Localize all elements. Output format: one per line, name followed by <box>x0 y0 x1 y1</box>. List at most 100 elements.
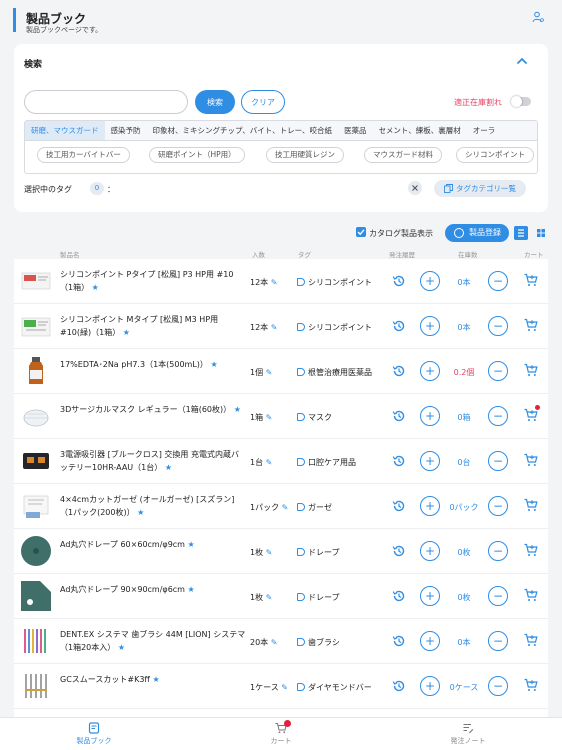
edit-icon[interactable]: ✎ <box>271 323 278 332</box>
decrease-stock-button[interactable]: − <box>488 676 508 696</box>
clear-tags-icon[interactable] <box>408 181 422 195</box>
increase-stock-button[interactable]: + <box>420 496 440 516</box>
stock-count: 0.2個 <box>453 368 475 377</box>
product-row[interactable]: 3電源吸引器 [ブルークロス] 交換用 充電式内蔵バッテリー10HR-AAU（1… <box>14 439 548 484</box>
history-icon[interactable] <box>392 634 406 648</box>
history-icon[interactable] <box>392 409 406 423</box>
history-icon[interactable] <box>392 544 406 558</box>
product-row[interactable]: Ad丸穴ドレープ 60×60cm/φ9cm ★ 1枚 ✎ ドレープ +0枚 − <box>14 529 548 574</box>
decrease-stock-button[interactable]: − <box>488 586 508 606</box>
increase-stock-button[interactable]: + <box>420 361 440 381</box>
clear-button[interactable]: クリア <box>241 90 285 114</box>
category-tab[interactable]: 医薬品 <box>338 121 373 140</box>
decrease-stock-button[interactable]: − <box>488 271 508 291</box>
user-settings-icon[interactable] <box>532 11 544 23</box>
history-icon[interactable] <box>392 319 406 333</box>
product-qty-text: 20本 <box>250 638 269 647</box>
product-row[interactable]: DENT.EX システマ 歯ブラシ 44M [LION] システマ（1箱20本入… <box>14 619 548 664</box>
category-tab[interactable]: 印象材、ミキシングチップ、バイト、トレー、咬合紙 <box>147 121 339 140</box>
add-to-cart-icon[interactable] <box>524 498 538 512</box>
product-name[interactable]: 3電源吸引器 [ブルークロス] 交換用 充電式内蔵バッテリー10HR-AAU（1… <box>60 448 246 474</box>
tag-chip[interactable]: 技工用硬質レジン <box>266 147 344 163</box>
category-tab[interactable]: セメント、練板、裏層材 <box>373 121 467 140</box>
list-view-icon[interactable] <box>514 226 528 240</box>
tab-order-note[interactable]: 発注ノート <box>408 722 528 746</box>
increase-stock-button[interactable]: + <box>420 316 440 336</box>
product-row[interactable]: 17%EDTA･2Na pH7.3（1本(500mL)） ★ 1個 ✎ 根管治療用医… <box>14 349 548 394</box>
product-name[interactable]: DENT.EX システマ 歯ブラシ 44M [LION] システマ（1箱20本入… <box>60 628 246 654</box>
product-row[interactable]: Ad丸穴ドレープ 90×90cm/φ6cm ★ 1枚 ✎ ドレープ +0枚 − <box>14 574 548 619</box>
edit-icon[interactable]: ✎ <box>271 638 278 647</box>
add-to-cart-icon[interactable] <box>524 318 538 332</box>
increase-stock-button[interactable]: + <box>420 541 440 561</box>
increase-stock-button[interactable]: + <box>420 676 440 696</box>
edit-icon[interactable]: ✎ <box>266 458 273 467</box>
history-icon[interactable] <box>392 679 406 693</box>
decrease-stock-button[interactable]: − <box>488 631 508 651</box>
grid-view-icon[interactable] <box>534 226 548 240</box>
increase-stock-button[interactable]: + <box>420 451 440 471</box>
add-to-cart-icon[interactable] <box>524 588 538 602</box>
product-name[interactable]: 3Dサージカルマスク レギュラー（1箱(60枚)） ★ <box>60 403 246 416</box>
proper-stock-toggle[interactable] <box>511 96 531 107</box>
catalog-label[interactable]: カタログ製品表示 <box>369 228 433 239</box>
search-input[interactable] <box>24 90 188 114</box>
history-icon[interactable] <box>392 589 406 603</box>
category-tab[interactable]: 研磨、マウスガード <box>25 121 105 140</box>
add-to-cart-icon[interactable] <box>524 363 538 377</box>
edit-icon[interactable]: ✎ <box>266 368 273 377</box>
decrease-stock-button[interactable]: − <box>488 406 508 426</box>
tag-chip[interactable]: 技工用カーバイトバー <box>37 147 130 163</box>
tag-chip[interactable]: マウスガード材料 <box>364 147 442 163</box>
chevron-up-icon[interactable] <box>516 56 528 66</box>
increase-stock-button[interactable]: + <box>420 631 440 651</box>
tab-product-book[interactable]: 製品ブック <box>34 722 154 746</box>
add-to-cart-icon[interactable] <box>524 273 538 287</box>
product-row[interactable]: 3Dサージカルマスク レギュラー（1箱(60枚)） ★ 1箱 ✎ マスク +0箱 − <box>14 394 548 439</box>
edit-icon[interactable]: ✎ <box>266 413 273 422</box>
product-qty-text: 1枚 <box>250 593 264 602</box>
product-row[interactable]: GCスムースカット#K3ff ★ 1ケース ✎ ダイヤモンドバー +0ケース − <box>14 664 548 709</box>
decrease-stock-button[interactable]: − <box>488 451 508 471</box>
product-name[interactable]: シリコンポイント Mタイプ [松風] M3 HP用 #10(緑)（1箱） ★ <box>60 313 246 339</box>
edit-icon[interactable]: ✎ <box>271 278 278 287</box>
add-to-cart-icon[interactable] <box>524 678 538 692</box>
add-to-cart-icon[interactable] <box>524 453 538 467</box>
add-to-cart-icon[interactable] <box>524 408 538 422</box>
category-tab[interactable]: オーラ <box>467 121 502 140</box>
edit-icon[interactable]: ✎ <box>266 593 273 602</box>
catalog-checkbox[interactable] <box>356 227 366 237</box>
product-row[interactable]: シリコンポイント Pタイプ [松風] P3 HP用 #10（1箱） ★ 12本 ✎… <box>14 259 548 304</box>
product-name[interactable]: GCスムースカット#K3ff ★ <box>60 673 246 686</box>
edit-icon[interactable]: ✎ <box>266 548 273 557</box>
product-row[interactable]: シリコンポイント Mタイプ [松風] M3 HP用 #10(緑)（1箱） ★ 12… <box>14 304 548 349</box>
history-icon[interactable] <box>392 454 406 468</box>
register-product-button[interactable]: 製品登録 <box>445 224 509 242</box>
tag-category-button[interactable]: タグカテゴリ一覧 <box>434 180 526 197</box>
add-to-cart-icon[interactable] <box>524 633 538 647</box>
add-to-cart-icon[interactable] <box>524 543 538 557</box>
decrease-stock-button[interactable]: − <box>488 316 508 336</box>
increase-stock-button[interactable]: + <box>420 406 440 426</box>
product-name[interactable]: Ad丸穴ドレープ 60×60cm/φ9cm ★ <box>60 538 246 551</box>
search-button[interactable]: 検索 <box>195 90 235 114</box>
product-name[interactable]: 4×4cmカットガーゼ (オールガーゼ) [スズラン]（1パック(200枚)） … <box>60 493 246 519</box>
decrease-stock-button[interactable]: − <box>488 496 508 516</box>
tag-chip[interactable]: 研磨ポイント（HP用） <box>149 147 245 163</box>
product-name[interactable]: シリコンポイント Pタイプ [松風] P3 HP用 #10（1箱） ★ <box>60 268 246 294</box>
edit-icon[interactable]: ✎ <box>282 503 289 512</box>
increase-stock-button[interactable]: + <box>420 271 440 291</box>
category-tab[interactable]: 感染予防 <box>105 121 147 140</box>
history-icon[interactable] <box>392 274 406 288</box>
product-name[interactable]: Ad丸穴ドレープ 90×90cm/φ6cm ★ <box>60 583 246 596</box>
history-icon[interactable] <box>392 364 406 378</box>
history-icon[interactable] <box>392 499 406 513</box>
decrease-stock-button[interactable]: − <box>488 361 508 381</box>
decrease-stock-button[interactable]: − <box>488 541 508 561</box>
product-name[interactable]: 17%EDTA･2Na pH7.3（1本(500mL)） ★ <box>60 358 246 371</box>
product-row[interactable]: 4×4cmカットガーゼ (オールガーゼ) [スズラン]（1パック(200枚)） … <box>14 484 548 529</box>
tag-chip[interactable]: シリコンポイント <box>456 147 534 163</box>
tab-cart[interactable]: カート <box>221 722 341 746</box>
increase-stock-button[interactable]: + <box>420 586 440 606</box>
edit-icon[interactable]: ✎ <box>281 683 288 692</box>
